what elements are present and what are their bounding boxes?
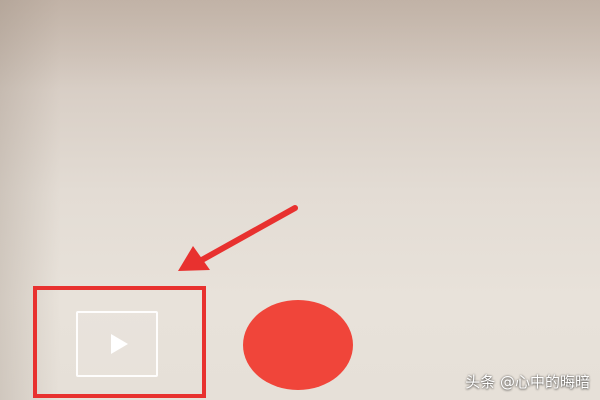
arrow-shaft [197, 205, 298, 264]
arrow-head [178, 246, 210, 271]
camera-viewfinder: 头条 @心中的晦暗 [0, 0, 600, 400]
watermark: 头条 @心中的晦暗 [465, 373, 590, 391]
record-button[interactable] [243, 300, 353, 390]
gallery-playback-button[interactable] [76, 311, 158, 377]
play-icon [110, 334, 128, 354]
viewfinder-shade-top [0, 0, 600, 90]
